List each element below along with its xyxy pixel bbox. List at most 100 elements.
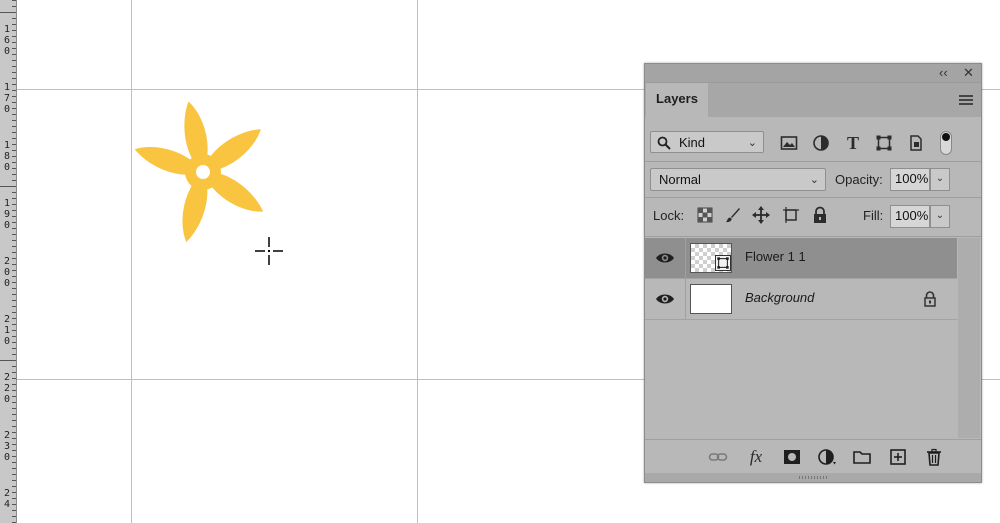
delete-layer-icon[interactable] xyxy=(924,448,944,466)
adjustment-layer-icon[interactable] xyxy=(817,448,837,466)
ruler-tick xyxy=(12,150,16,151)
lock-position-move-icon[interactable] xyxy=(752,206,770,224)
filter-kind-label: Kind xyxy=(679,135,706,150)
ruler-label: 2 1 0 xyxy=(3,314,11,347)
divider xyxy=(645,197,981,198)
smart-object-filter-icon[interactable] xyxy=(907,134,925,152)
ruler-tick xyxy=(12,474,16,475)
ruler-tick xyxy=(12,180,16,181)
ruler-tick xyxy=(12,480,16,481)
fill-dropdown-button[interactable]: ⌄ xyxy=(930,205,950,228)
ruler-label: 1 9 0 xyxy=(3,198,11,231)
ruler-tick xyxy=(12,330,16,331)
layer-lock-icon[interactable] xyxy=(923,291,937,307)
ruler-tick xyxy=(12,18,16,19)
panel-menu-icon[interactable] xyxy=(959,95,973,107)
filter-toggle[interactable] xyxy=(940,131,952,155)
crosshair-cursor xyxy=(255,237,283,265)
link-layers-icon[interactable] xyxy=(708,448,728,466)
opacity-dropdown-button[interactable]: ⌄ xyxy=(930,168,950,191)
smart-object-badge-icon xyxy=(715,255,731,271)
ruler-tick xyxy=(12,60,16,61)
ruler-tick xyxy=(12,312,16,313)
visibility-eye-icon[interactable] xyxy=(655,249,675,267)
layers-bottom-toolbar: fx xyxy=(645,439,981,474)
lock-transparency-icon[interactable] xyxy=(696,206,714,224)
lock-all-icon[interactable] xyxy=(811,206,829,224)
lock-pixels-brush-icon[interactable] xyxy=(724,206,742,224)
ruler-tick xyxy=(12,432,16,433)
panel-resize-grip[interactable] xyxy=(645,473,981,482)
ruler-tick xyxy=(12,372,16,373)
layer-name[interactable]: Background xyxy=(745,290,814,305)
opacity-label: Opacity: xyxy=(835,172,883,187)
opacity-field[interactable]: 100% xyxy=(890,168,930,191)
ruler-label: 1 7 0 xyxy=(3,82,11,115)
ruler-tick xyxy=(12,294,16,295)
ruler-tick xyxy=(12,348,16,349)
ruler-tick xyxy=(12,516,16,517)
ruler-label: 2 0 0 xyxy=(3,256,11,289)
ruler-tick xyxy=(12,198,16,199)
image-filter-icon[interactable] xyxy=(780,134,798,152)
ruler-tick xyxy=(12,90,16,91)
group-folder-icon[interactable] xyxy=(852,448,872,466)
ruler-tick xyxy=(12,84,16,85)
ruler-tick xyxy=(12,258,16,259)
layers-panel: ‹‹ ✕ Layers Kind ⌄ T Normal ⌄ Opacity: 1… xyxy=(644,63,982,483)
ruler-tick xyxy=(12,0,16,1)
layer-row-background[interactable]: Background xyxy=(645,279,957,320)
ruler-tick xyxy=(12,48,16,49)
ruler-tick xyxy=(12,306,16,307)
divider xyxy=(685,238,686,278)
ruler-tick xyxy=(12,36,16,37)
vertical-guide[interactable] xyxy=(417,0,418,523)
ruler-tick xyxy=(12,336,16,337)
close-panel-button[interactable]: ✕ xyxy=(963,65,974,81)
ruler-tick xyxy=(12,210,16,211)
ruler-tick xyxy=(12,504,16,505)
ruler-tick xyxy=(12,222,16,223)
panel-title-bar[interactable]: ‹‹ ✕ xyxy=(645,64,981,83)
chevron-down-icon: ⌄ xyxy=(809,174,819,186)
filter-kind-select[interactable]: Kind ⌄ xyxy=(650,131,764,153)
visibility-eye-icon[interactable] xyxy=(655,290,675,308)
blend-mode-select[interactable]: Normal ⌄ xyxy=(650,168,826,191)
new-layer-icon[interactable] xyxy=(888,448,908,466)
type-filter-icon[interactable]: T xyxy=(844,134,862,152)
ruler-tick xyxy=(12,108,16,109)
ruler-tick xyxy=(12,324,16,325)
ruler-tick xyxy=(12,426,16,427)
vertical-guide[interactable] xyxy=(131,0,132,523)
ruler-tick xyxy=(12,168,16,169)
ruler-tick xyxy=(0,12,16,13)
mask-icon[interactable] xyxy=(782,448,802,466)
ruler-tick xyxy=(12,228,16,229)
blend-mode-value: Normal xyxy=(659,172,701,187)
ruler-tick xyxy=(12,144,16,145)
layers-scrollbar[interactable] xyxy=(958,238,980,438)
ruler-tick xyxy=(12,462,16,463)
fx-icon[interactable]: fx xyxy=(746,448,766,466)
ruler-tick xyxy=(12,240,16,241)
ruler-tick xyxy=(12,204,16,205)
ruler-tick xyxy=(12,138,16,139)
tab-layers[interactable]: Layers xyxy=(646,83,708,117)
ruler-tick xyxy=(12,402,16,403)
fill-label: Fill: xyxy=(863,208,884,223)
ruler-tick xyxy=(12,174,16,175)
ruler-tick xyxy=(12,342,16,343)
adjustment-filter-icon[interactable] xyxy=(812,134,830,152)
layer-name[interactable]: Flower 1 1 xyxy=(745,249,806,264)
fill-field[interactable]: 100% xyxy=(890,205,930,228)
collapse-panel-button[interactable]: ‹‹ xyxy=(939,65,948,81)
layer-row-flower[interactable]: Flower 1 1 xyxy=(645,238,957,279)
lock-artboard-icon[interactable] xyxy=(782,206,800,224)
ruler-tick xyxy=(12,54,16,55)
vertical-ruler[interactable]: 1 6 0 1 7 0 1 8 0 1 9 0 2 0 0 2 1 0 2 2 0 2 3 0… xyxy=(0,0,17,523)
ruler-label: 2 3 0 xyxy=(3,430,11,463)
shape-filter-icon[interactable] xyxy=(875,134,893,152)
layer-thumbnail[interactable] xyxy=(690,284,732,314)
divider xyxy=(685,279,686,319)
ruler-tick xyxy=(12,72,16,73)
